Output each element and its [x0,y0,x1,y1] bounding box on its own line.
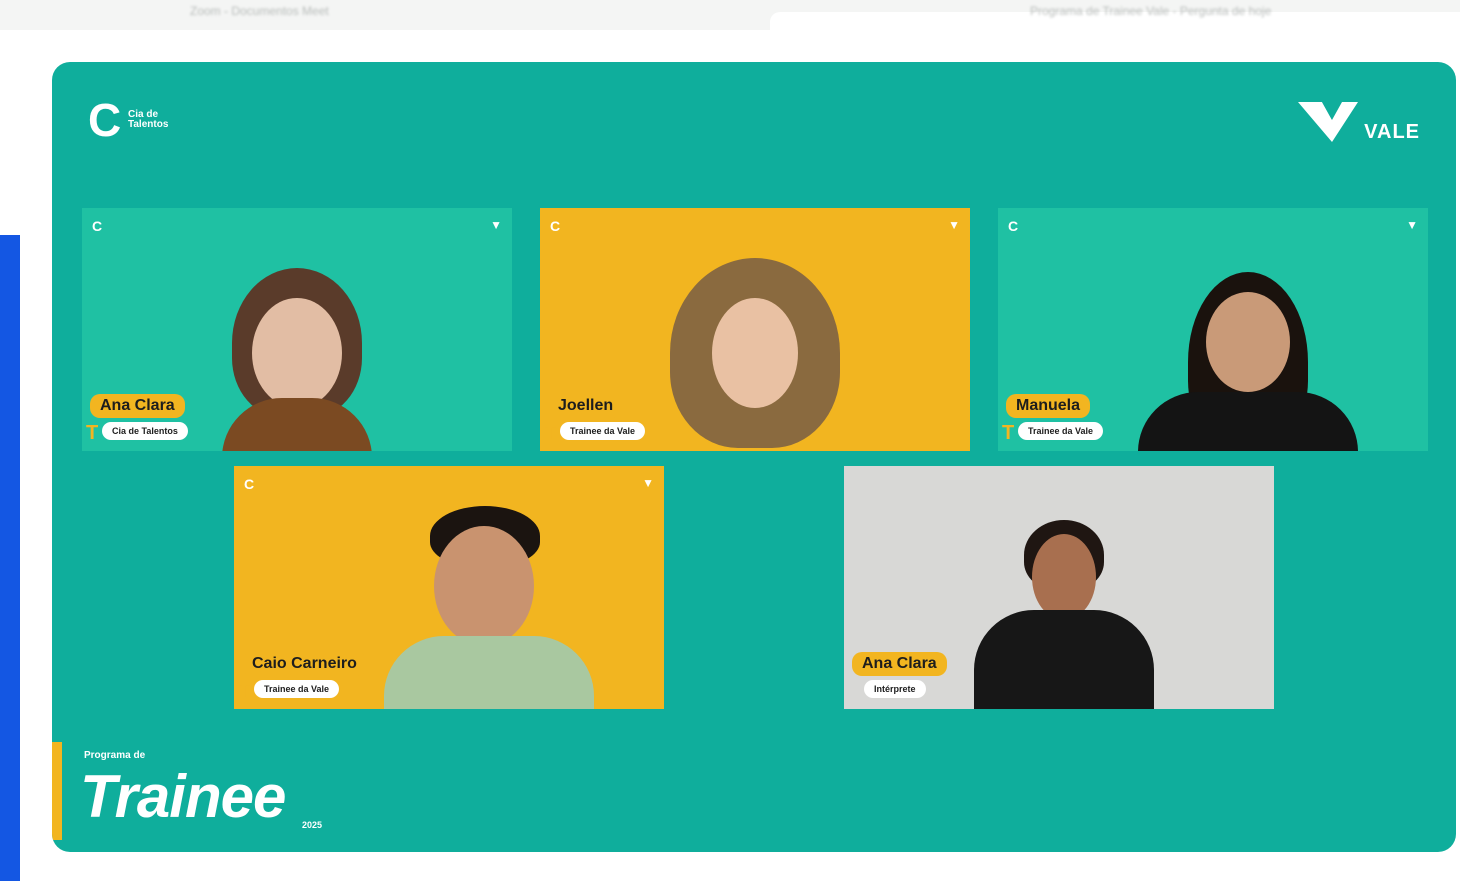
participant-name: Caio Carneiro [242,652,367,676]
mini-vale-icon: ▼ [642,476,654,490]
side-accent-bar [0,235,20,881]
participant-role: Cia de Talentos [102,422,188,440]
mini-cia-icon: C [550,218,561,234]
participant-tile[interactable]: C ▼ Joellen T Trainee da Vale [540,208,970,451]
brand-year: 2025 [302,820,323,830]
participant-tile[interactable]: C ▼ Manuela T Trainee da Vale [998,208,1428,451]
participant-name: Ana Clara [90,394,185,418]
participant-name: Ana Clara [852,652,947,676]
participant-name: Joellen [548,394,624,418]
participant-role: Trainee da Vale [560,422,646,440]
mini-vale-icon: ▼ [1406,218,1418,232]
trainee-t-icon: T [1002,422,1015,444]
participant-tile[interactable]: C ▼ Caio Carneiro T Trainee da Vale [234,466,664,709]
trainee-t-icon: T [544,422,557,444]
participant-tile[interactable]: Ana Clara Intérprete [844,466,1274,709]
vale-wordmark: VALE [1364,121,1420,143]
vale-v-icon [1298,102,1359,142]
mini-cia-icon: C [244,476,255,492]
blurred-tab-title[interactable]: Zoom - Documentos Meet [190,4,450,18]
trainee-t-icon: T [86,422,99,444]
vale-logo: VALE [1298,98,1420,144]
participant-role: Trainee da Vale [1018,422,1104,440]
cia-c-icon: C [88,94,122,146]
video-stage: C Cia de Talentos VALE C ▼ Ana Clara T C… [52,62,1456,852]
brand-title: Trainee [80,763,286,830]
participant-role: Intérprete [864,680,926,698]
cia-logo-bottom: Talentos [128,119,169,130]
participant-tile[interactable]: C ▼ Ana Clara T Cia de Talentos [82,208,512,451]
brand-stripe [52,742,62,840]
participant-name: Manuela [1006,394,1091,418]
trainee-t-icon: T [238,680,251,702]
mini-cia-icon: C [1008,218,1019,234]
participant-role: Trainee da Vale [254,680,340,698]
mini-cia-icon: C [92,218,103,234]
mini-vale-icon: ▼ [490,218,502,232]
mini-vale-icon: ▼ [948,218,960,232]
brand-subtitle: Programa de [84,750,146,761]
cia-de-talentos-logo: C Cia de Talentos [88,94,169,146]
browser-top-strip: Zoom - Documentos Meet Programa de Train… [0,0,1460,30]
blurred-window-title[interactable]: Programa de Trainee Vale - Pergunta de h… [1030,4,1390,18]
trainee-program-brand: Programa de Trainee 2025 [52,742,372,852]
